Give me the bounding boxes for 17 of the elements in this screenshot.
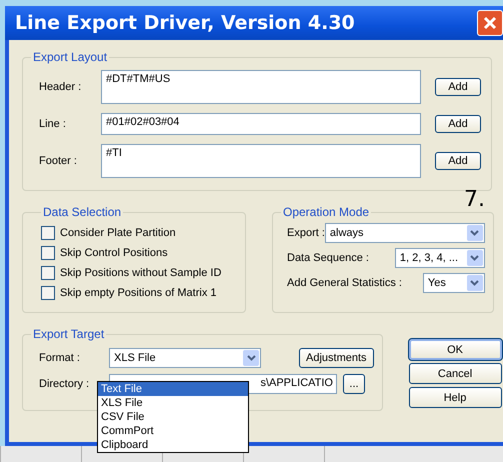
group-title: Export Target [32, 327, 106, 341]
field-label: Header : [38, 81, 82, 93]
field-label: Data Sequence : [286, 252, 369, 264]
window-title: Line Export Driver, Version 4.30 [15, 12, 355, 34]
field-label: Add General Statistics : [286, 277, 402, 289]
field-label: Export : [286, 227, 325, 239]
step-annotation: 7. [464, 187, 485, 212]
field-label: Format : [38, 352, 81, 364]
checkbox-label: Skip Control Positions [60, 247, 168, 259]
field-label: Line : [38, 118, 67, 130]
checkbox-label: Consider Plate Partition [60, 227, 176, 239]
field-label: Footer : [38, 155, 78, 167]
checkbox-label: Skip Positions without Sample ID [60, 267, 222, 279]
group-title: Operation Mode [282, 205, 370, 219]
checkbox-label: Skip empty Positions of Matrix 1 [60, 287, 217, 299]
group-title: Data Selection [42, 205, 122, 219]
group-title: Export Layout [32, 50, 108, 64]
